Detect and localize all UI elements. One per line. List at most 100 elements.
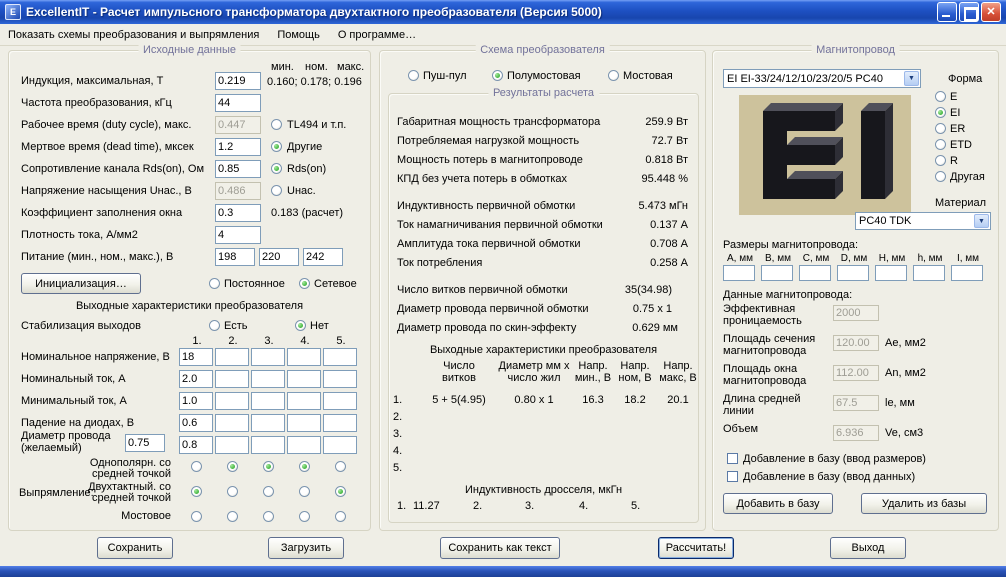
- cell-diodedrop-3[interactable]: [251, 414, 285, 432]
- output-section-title: Выходные характеристики преобразователя: [9, 300, 370, 312]
- radio-rect-bridge-5[interactable]: [335, 511, 346, 522]
- core-select[interactable]: EI EI-33/24/12/10/23/20/5 PC40 ▼: [723, 69, 921, 88]
- cell-diodedrop-2[interactable]: [215, 414, 249, 432]
- input-frequency[interactable]: [215, 94, 261, 112]
- input-current-density[interactable]: [215, 226, 261, 244]
- result-label: Индуктивность первичной обмотки: [397, 200, 575, 212]
- input-dead-time[interactable]: [215, 138, 261, 156]
- taskbar[interactable]: [0, 566, 1006, 577]
- dim-input-c[interactable]: [799, 265, 831, 281]
- cell-mincurrent-5[interactable]: [323, 392, 357, 410]
- radio-rect-pushpull-2[interactable]: [227, 486, 238, 497]
- save-as-text-button[interactable]: Сохранить как текст: [440, 537, 560, 559]
- radio-form-ei[interactable]: [935, 107, 946, 118]
- cell-diodedrop-1[interactable]: [179, 414, 213, 432]
- radio-rect-pushpull-4[interactable]: [299, 486, 310, 497]
- dim-input-d[interactable]: [837, 265, 869, 281]
- radio-rect-pushpull-1[interactable]: [191, 486, 202, 497]
- close-button[interactable]: [981, 2, 1001, 22]
- radio-tl494[interactable]: [271, 119, 282, 130]
- col-header-min: мин.: [271, 61, 294, 73]
- save-button[interactable]: Сохранить: [97, 537, 173, 559]
- cell-voltage-2[interactable]: [215, 348, 249, 366]
- radio-stab-no[interactable]: [295, 320, 306, 331]
- radio-form-er[interactable]: [935, 123, 946, 134]
- cell-mincurrent-4[interactable]: [287, 392, 321, 410]
- radio-full-bridge[interactable]: [608, 70, 619, 81]
- radio-mains-supply[interactable]: [299, 278, 310, 289]
- cell-voltage-3[interactable]: [251, 348, 285, 366]
- dim-input-b[interactable]: [761, 265, 793, 281]
- radio-rds-on[interactable]: [271, 163, 282, 174]
- radio-unas[interactable]: [271, 185, 282, 196]
- chevron-down-icon[interactable]: ▼: [904, 71, 919, 86]
- cell-wire-4[interactable]: [287, 436, 321, 454]
- radio-rect-pushpull-5[interactable]: [335, 486, 346, 497]
- radio-rect-bridge-2[interactable]: [227, 511, 238, 522]
- cell-wire-1[interactable]: [179, 436, 213, 454]
- result-value: 0.629 мм: [632, 322, 678, 334]
- cell-mincurrent-3[interactable]: [251, 392, 285, 410]
- cell-current-4[interactable]: [287, 370, 321, 388]
- input-fill-factor[interactable]: [215, 204, 261, 222]
- exit-button[interactable]: Выход: [830, 537, 906, 559]
- radio-rect-unipolar-2[interactable]: [227, 461, 238, 472]
- radio-rect-pushpull-3[interactable]: [263, 486, 274, 497]
- radio-rect-bridge-4[interactable]: [299, 511, 310, 522]
- radio-push-pull[interactable]: [408, 70, 419, 81]
- cell-current-2[interactable]: [215, 370, 249, 388]
- cell-current-1[interactable]: [179, 370, 213, 388]
- cell-wire-5[interactable]: [323, 436, 357, 454]
- cell-voltage-1[interactable]: [179, 348, 213, 366]
- dim-input-i[interactable]: [951, 265, 983, 281]
- checkbox-add-by-data[interactable]: [727, 471, 738, 482]
- input-supply-nom[interactable]: [259, 248, 299, 266]
- load-button[interactable]: Загрузить: [268, 537, 344, 559]
- dim-input-a[interactable]: [723, 265, 755, 281]
- cell-voltage-4[interactable]: [287, 348, 321, 366]
- radio-dc-supply[interactable]: [209, 278, 220, 289]
- cell-mincurrent-1[interactable]: [179, 392, 213, 410]
- radio-stab-yes[interactable]: [209, 320, 220, 331]
- cell-voltage-5[interactable]: [323, 348, 357, 366]
- delete-from-base-button[interactable]: Удалить из базы: [861, 493, 987, 514]
- radio-half-bridge[interactable]: [492, 70, 503, 81]
- dim-input-h-big[interactable]: [875, 265, 907, 281]
- add-to-base-button[interactable]: Добавить в базу: [723, 493, 833, 514]
- menu-help[interactable]: Помощь: [277, 29, 320, 41]
- input-supply-max[interactable]: [303, 248, 343, 266]
- radio-rect-unipolar-5[interactable]: [335, 461, 346, 472]
- cell-current-5[interactable]: [323, 370, 357, 388]
- dim-input-h-small[interactable]: [913, 265, 945, 281]
- radio-rect-unipolar-4[interactable]: [299, 461, 310, 472]
- input-supply-min[interactable]: [215, 248, 255, 266]
- maximize-button[interactable]: [959, 2, 979, 22]
- cell-diodedrop-5[interactable]: [323, 414, 357, 432]
- radio-rect-unipolar-1[interactable]: [191, 461, 202, 472]
- cell-diodedrop-4[interactable]: [287, 414, 321, 432]
- menu-about[interactable]: О программе…: [338, 29, 416, 41]
- checkbox-add-by-dims[interactable]: [727, 453, 738, 464]
- input-wire-diameter-desired[interactable]: [125, 434, 165, 452]
- input-induction[interactable]: [215, 72, 261, 90]
- radio-form-other[interactable]: [935, 171, 946, 182]
- input-rds-on[interactable]: [215, 160, 261, 178]
- init-button[interactable]: Инициализация…: [21, 273, 141, 294]
- radio-push-pull-label: Пуш-пул: [423, 70, 467, 82]
- radio-other-drivers[interactable]: [271, 141, 282, 152]
- radio-rect-unipolar-3[interactable]: [263, 461, 274, 472]
- minimize-button[interactable]: [937, 2, 957, 22]
- radio-form-etd[interactable]: [935, 139, 946, 150]
- material-select[interactable]: PC40 TDK ▼: [855, 212, 991, 230]
- cell-wire-2[interactable]: [215, 436, 249, 454]
- radio-rect-bridge-3[interactable]: [263, 511, 274, 522]
- menu-show-schemes[interactable]: Показать схемы преобразования и выпрямле…: [8, 29, 259, 41]
- cell-current-3[interactable]: [251, 370, 285, 388]
- cell-wire-3[interactable]: [251, 436, 285, 454]
- calculate-button[interactable]: Рассчитать!: [658, 537, 734, 559]
- radio-form-e[interactable]: [935, 91, 946, 102]
- cell-mincurrent-2[interactable]: [215, 392, 249, 410]
- radio-rect-bridge-1[interactable]: [191, 511, 202, 522]
- chevron-down-icon[interactable]: ▼: [974, 214, 989, 228]
- radio-form-r[interactable]: [935, 155, 946, 166]
